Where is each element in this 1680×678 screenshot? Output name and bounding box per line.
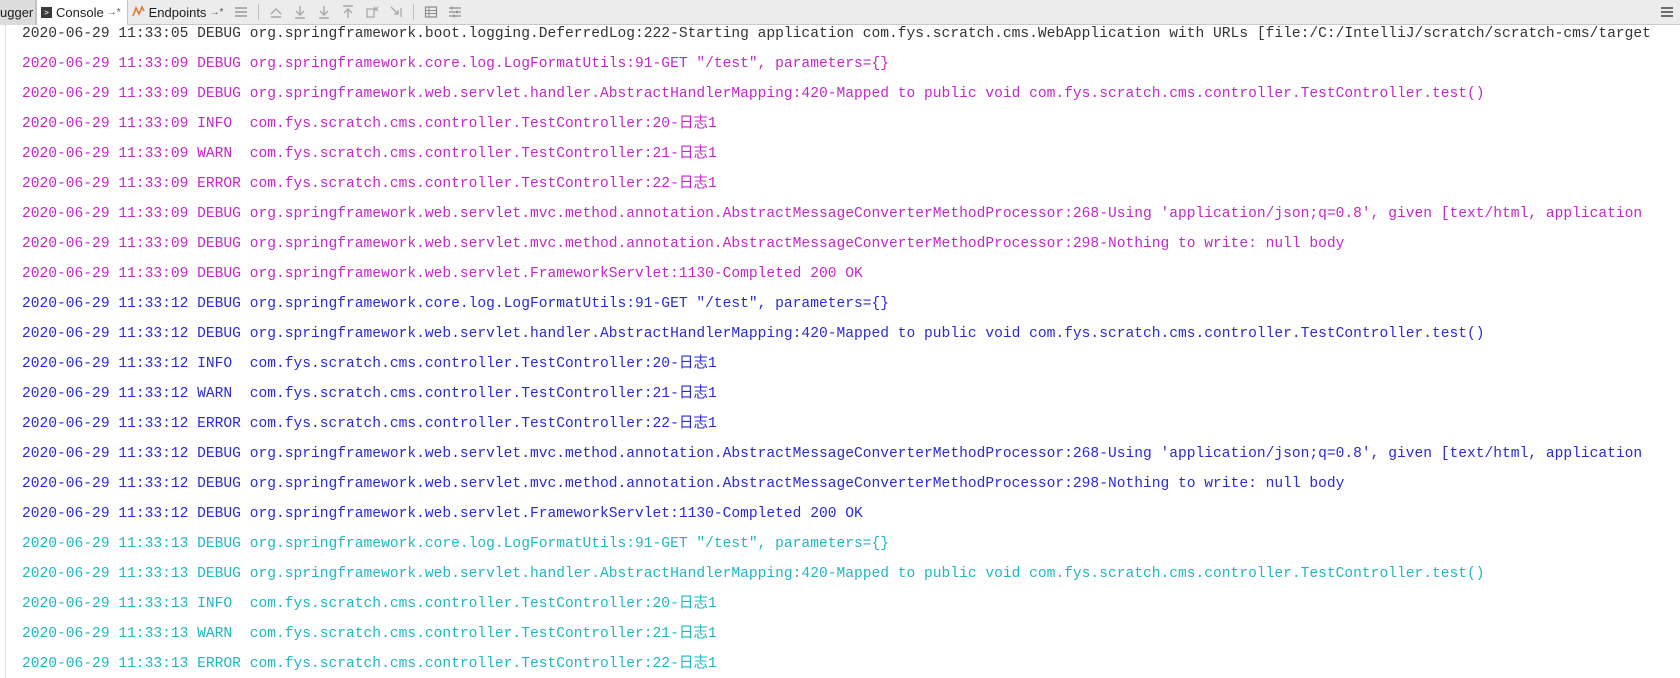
log-line: 2020-06-29 11:33:12 ERROR com.fys.scratc…	[22, 416, 717, 432]
log-line: 2020-06-29 11:33:09 ERROR com.fys.scratc…	[22, 176, 717, 192]
clear-icon[interactable]	[363, 3, 381, 21]
tab-endpoints[interactable]: Endpoints →*	[128, 0, 230, 25]
log-line: 2020-06-29 11:33:09 DEBUG org.springfram…	[22, 236, 1345, 252]
log-line: 2020-06-29 11:33:12 DEBUG org.springfram…	[22, 326, 1485, 342]
upload-icon[interactable]	[339, 3, 357, 21]
log-line: 2020-06-29 11:33:09 INFO com.fys.scratch…	[22, 116, 717, 132]
console-output[interactable]: 2020-06-29 11:33:05 DEBUG org.springfram…	[0, 19, 1680, 678]
log-line: 2020-06-29 11:33:12 WARN com.fys.scratch…	[22, 386, 717, 402]
log-line: 2020-06-29 11:33:09 DEBUG org.springfram…	[22, 266, 863, 282]
pin-icon[interactable]: →*	[209, 7, 223, 18]
log-line: 2020-06-29 11:33:12 DEBUG org.springfram…	[22, 296, 890, 312]
endpoints-icon	[131, 4, 145, 20]
log-line: 2020-06-29 11:33:13 WARN com.fys.scratch…	[22, 626, 717, 642]
log-line: 2020-06-29 11:33:13 INFO com.fys.scratch…	[22, 596, 717, 612]
tab-console[interactable]: > Console →*	[36, 0, 128, 25]
scroll-down-icon[interactable]	[291, 3, 309, 21]
download-icon[interactable]	[315, 3, 333, 21]
tab-debugger[interactable]: ugger	[0, 0, 36, 25]
log-line: 2020-06-29 11:33:09 WARN com.fys.scratch…	[22, 146, 717, 162]
grid-icon[interactable]	[422, 3, 440, 21]
log-line: 2020-06-29 11:33:13 ERROR com.fys.scratc…	[22, 656, 717, 672]
tab-debugger-label: ugger	[0, 4, 34, 20]
settings-icon[interactable]	[446, 3, 464, 21]
log-line: 2020-06-29 11:33:09 DEBUG org.springfram…	[22, 86, 1485, 102]
log-line: 2020-06-29 11:33:09 DEBUG org.springfram…	[22, 56, 890, 72]
tab-endpoints-label: Endpoints	[148, 4, 207, 20]
gutter-divider	[5, 25, 6, 678]
toolbar-separator	[413, 4, 415, 20]
scroll-up-icon[interactable]	[267, 3, 285, 21]
step-icon[interactable]	[387, 3, 405, 21]
log-line: 2020-06-29 11:33:09 DEBUG org.springfram…	[22, 206, 1643, 222]
toolbar-separator	[258, 4, 260, 20]
log-line: 2020-06-29 11:33:12 DEBUG org.springfram…	[22, 446, 1643, 462]
log-line: 2020-06-29 11:33:13 DEBUG org.springfram…	[22, 536, 890, 552]
tab-console-label: Console	[56, 4, 104, 20]
menu-icon[interactable]	[232, 3, 250, 21]
log-line: 2020-06-29 11:33:12 INFO com.fys.scratch…	[22, 356, 717, 372]
pin-icon[interactable]: →*	[107, 7, 121, 18]
console-toolbar: ugger > Console →* Endpoints →*	[0, 0, 1680, 25]
log-line: 2020-06-29 11:33:12 DEBUG org.springfram…	[22, 476, 1345, 492]
log-line: 2020-06-29 11:33:12 DEBUG org.springfram…	[22, 506, 863, 522]
log-line: 2020-06-29 11:33:13 DEBUG org.springfram…	[22, 566, 1485, 582]
console-icon: >	[41, 6, 52, 18]
hamburger-icon[interactable]	[1658, 3, 1676, 21]
